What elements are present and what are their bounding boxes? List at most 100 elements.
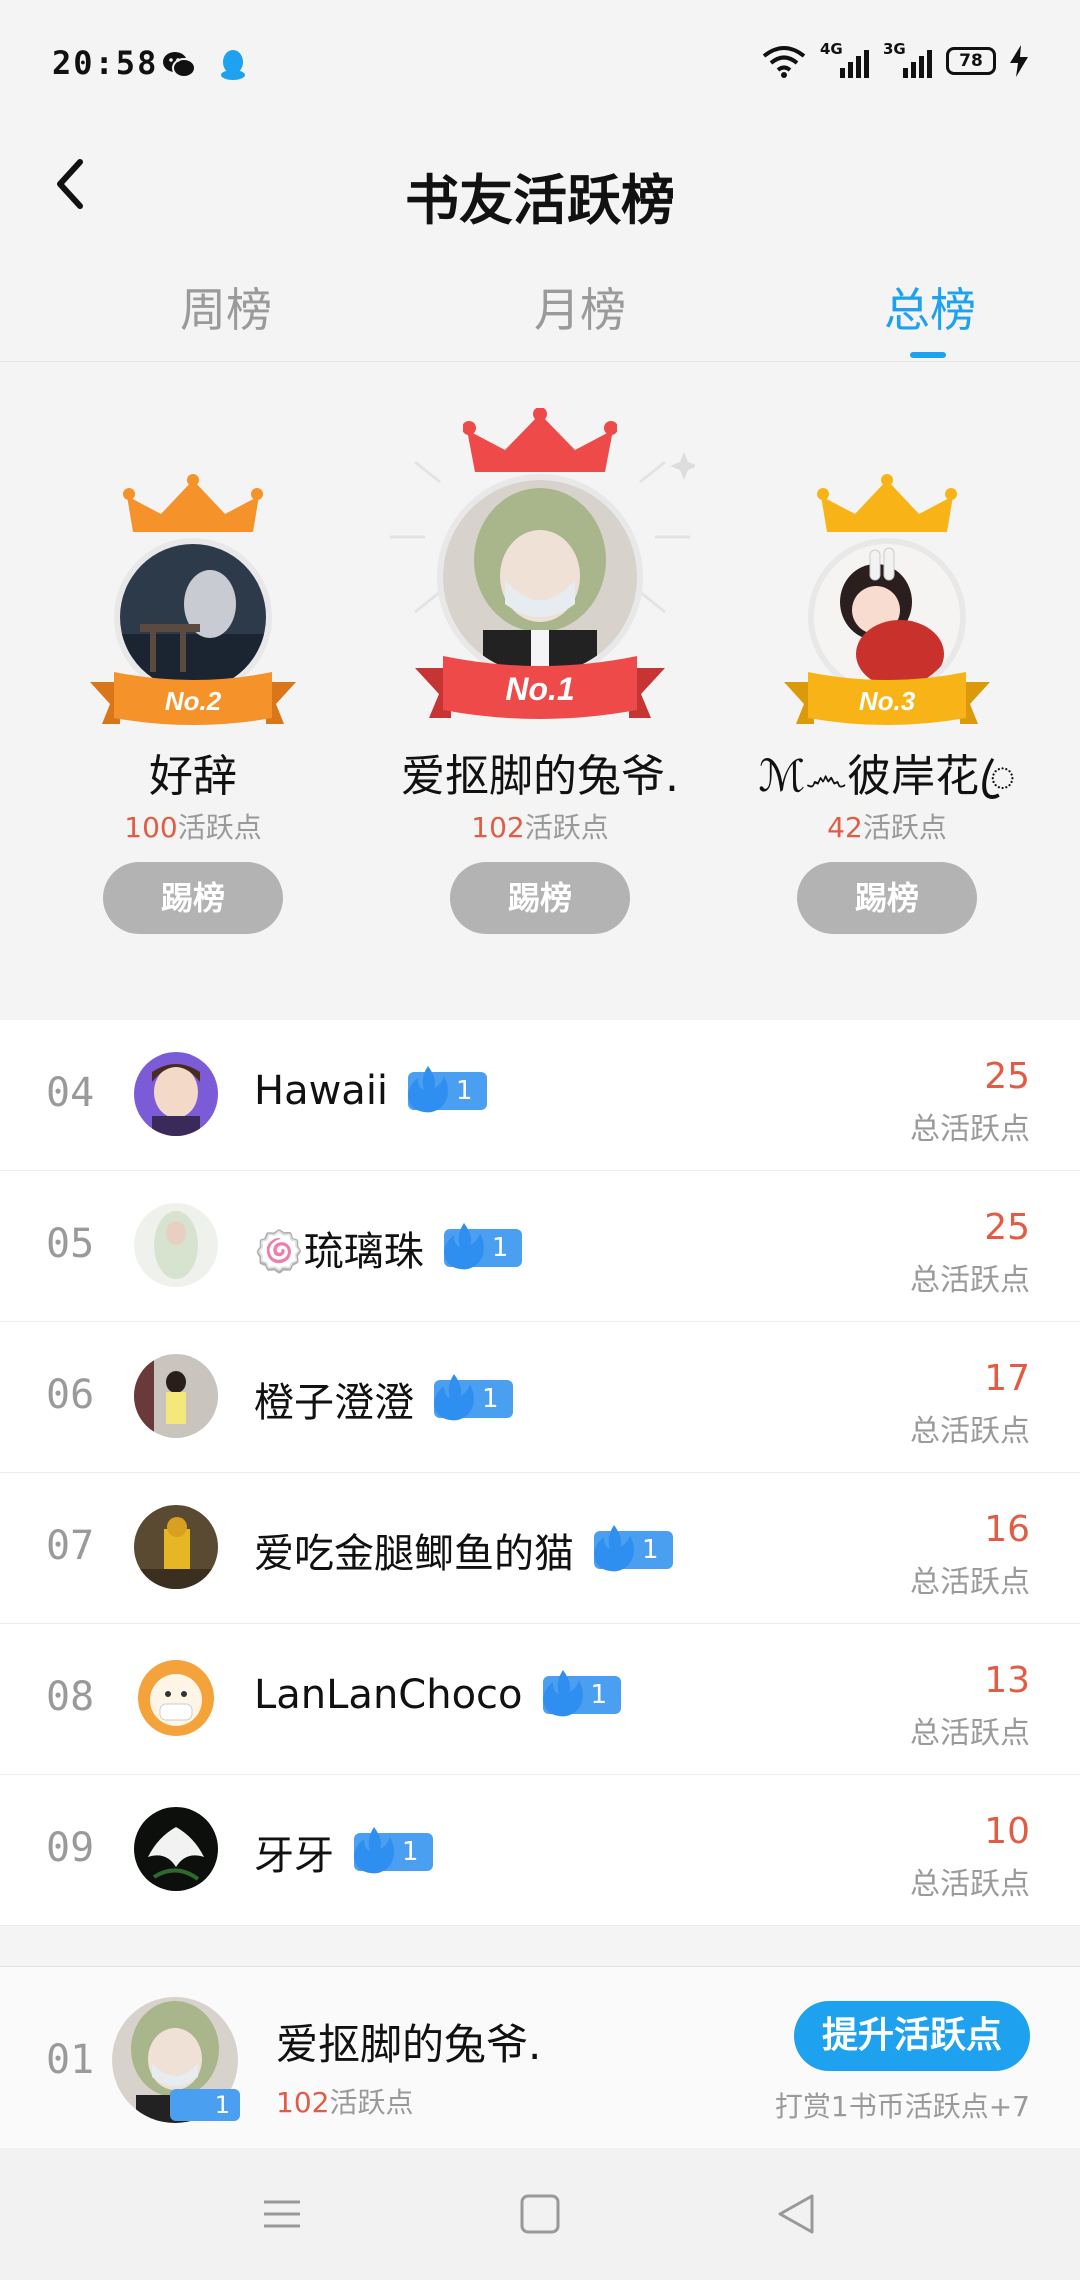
list-item-name-group: 爱吃金腿鲫鱼的猫 1: [254, 1521, 673, 1579]
reward-hint: 打赏1书币活跃点+7: [774, 2090, 1030, 2123]
score-value: 10: [984, 1811, 1030, 1852]
score-value: 16: [984, 1509, 1030, 1550]
rank-number: 07: [46, 1523, 95, 1569]
my-points: 102活跃点: [276, 2086, 414, 2119]
wechat-icon: [163, 52, 196, 78]
podium-first: No.1 爱抠脚的兔爷. 102活跃点 踢榜: [375, 362, 705, 994]
list-item-name-group: 牙牙 1: [254, 1823, 433, 1881]
avatar[interactable]: [134, 1807, 218, 1891]
list-item[interactable]: 07 爱吃金腿鲫鱼的猫 1 16 总活跃点: [0, 1473, 1080, 1624]
level-badge: 1: [354, 1827, 433, 1874]
score-label: 总活跃点: [910, 1112, 1030, 1147]
rank-ribbon: No.2: [90, 672, 296, 725]
menu-icon[interactable]: [252, 2188, 312, 2240]
status-bar: 20:58 4G 3G 78: [0, 0, 1080, 130]
avatar[interactable]: [134, 1052, 218, 1136]
user-name: Hawaii: [254, 1068, 389, 1114]
rank-ribbon: No.1: [415, 656, 665, 719]
status-time: 20:58: [52, 44, 159, 82]
podium-points: 102活跃点: [471, 811, 609, 844]
level-badge: 1: [408, 1066, 487, 1113]
podium-third: No.3 ℳ෴彼岸花ꦿ 42活跃点 踢榜: [722, 362, 1052, 994]
level-badge: 1: [434, 1374, 513, 1421]
level-badge: 1: [443, 1223, 523, 1270]
kick-button[interactable]: 踢榜: [797, 862, 977, 934]
rank-badge-label: No.3: [859, 686, 916, 716]
flame-icon: [434, 1374, 474, 1421]
user-name: LanLanChoco: [254, 1672, 523, 1718]
score-label: 总活跃点: [910, 1263, 1030, 1298]
wifi-icon: [762, 46, 806, 78]
list-item[interactable]: 09 牙牙 1 10 总活跃点: [0, 1775, 1080, 1926]
kick-button[interactable]: 踢榜: [450, 862, 630, 934]
top-three-podium: No.2 好辞 100活跃点 踢榜 No.1 爱抠脚的兔爷. 102活跃点 踢榜…: [0, 362, 1080, 994]
list-item[interactable]: 06 橙子澄澄 1 17 总活跃点: [0, 1322, 1080, 1473]
list-item[interactable]: 05 🍥琉璃珠 1 25 总活跃点: [0, 1171, 1080, 1322]
list-item[interactable]: 08 LanLanChoco 1 13 总活跃点: [0, 1624, 1080, 1775]
network-label-1: 4G: [820, 40, 843, 58]
podium-name: 爱抠脚的兔爷.: [401, 751, 679, 802]
rank-badge-label: No.1: [505, 671, 574, 707]
podium-points: 100活跃点: [124, 811, 262, 844]
rank-number: 04: [46, 1070, 95, 1116]
rank-number: 05: [46, 1221, 95, 1267]
rank-ribbon: No.3: [784, 672, 990, 725]
score-value: 25: [984, 1207, 1030, 1248]
avatar[interactable]: [134, 1505, 218, 1589]
tab-active-indicator: [910, 352, 946, 358]
home-square-icon[interactable]: [510, 2188, 570, 2240]
flame-icon: [443, 1223, 484, 1270]
level-badge: 1: [594, 1525, 673, 1572]
score-value: 25: [984, 1056, 1030, 1097]
podium-points: 42活跃点: [827, 811, 947, 844]
level-badge: 1: [542, 1670, 622, 1717]
page-title: 书友活跃榜: [405, 169, 675, 232]
score-label: 总活跃点: [910, 1867, 1030, 1902]
user-name: 牙牙: [254, 1833, 334, 1879]
score-value: 17: [984, 1358, 1030, 1399]
score-label: 总活跃点: [910, 1716, 1030, 1751]
rank-badge-label: No.2: [165, 686, 222, 716]
rank-number: 08: [46, 1674, 95, 1720]
list-item-name-group: 橙子澄澄 1: [254, 1370, 513, 1428]
ranking-list: 04 Hawaii 1 25 总活跃点 05 🍥琉璃珠 1 25 总活跃点 06…: [0, 1020, 1080, 1926]
network-label-2: 3G: [883, 40, 906, 58]
avatar[interactable]: [134, 1354, 218, 1438]
rank-number: 06: [46, 1372, 95, 1418]
flame-icon: [594, 1525, 634, 1572]
flame-icon: [408, 1066, 449, 1113]
list-item[interactable]: 04 Hawaii 1 25 总活跃点: [0, 1020, 1080, 1171]
flame-icon: [354, 1827, 394, 1874]
my-level-badge: 1: [170, 2089, 240, 2121]
status-right-group: 4G 3G 78: [762, 40, 1028, 78]
system-nav-bar: [0, 2148, 1080, 2280]
qq-icon: [221, 50, 245, 80]
score-label: 总活跃点: [910, 1565, 1030, 1600]
flame-icon: [542, 1670, 583, 1717]
crown-icon: [463, 408, 617, 472]
signal-3g-icon: 3G: [883, 40, 932, 78]
crown-icon: [817, 474, 957, 532]
podium-second: No.2 好辞 100活跃点 踢榜: [28, 362, 358, 994]
avatar[interactable]: [134, 1203, 218, 1287]
user-name: 橙子澄澄: [254, 1380, 414, 1426]
boost-activity-button[interactable]: 提升活跃点: [794, 2001, 1030, 2071]
crown-icon: [123, 474, 263, 532]
tab-overall[interactable]: 总榜: [830, 274, 1030, 340]
back-triangle-icon[interactable]: [766, 2188, 826, 2240]
avatar[interactable]: [134, 1656, 218, 1740]
signal-4g-icon: 4G: [820, 40, 869, 78]
battery-icon: 78: [946, 47, 996, 75]
tab-weekly[interactable]: 周榜: [126, 274, 326, 340]
list-item-name-group: LanLanChoco 1: [254, 1670, 622, 1718]
podium-name: 好辞: [149, 751, 237, 802]
tab-monthly[interactable]: 月榜: [480, 274, 680, 340]
user-name: 🍥琉璃珠: [254, 1229, 424, 1275]
kick-button[interactable]: 踢榜: [103, 862, 283, 934]
list-item-name-group: 🍥琉璃珠 1: [254, 1219, 523, 1277]
my-name: 爱抠脚的兔爷.: [276, 2020, 542, 2069]
avatar[interactable]: [437, 474, 643, 680]
my-rank-bar: 01 1 爱抠脚的兔爷. 102活跃点 提升活跃点 打赏1书币活跃点+7: [0, 1966, 1080, 2148]
list-item-name-group: Hawaii 1: [254, 1066, 487, 1114]
score-label: 总活跃点: [910, 1414, 1030, 1449]
